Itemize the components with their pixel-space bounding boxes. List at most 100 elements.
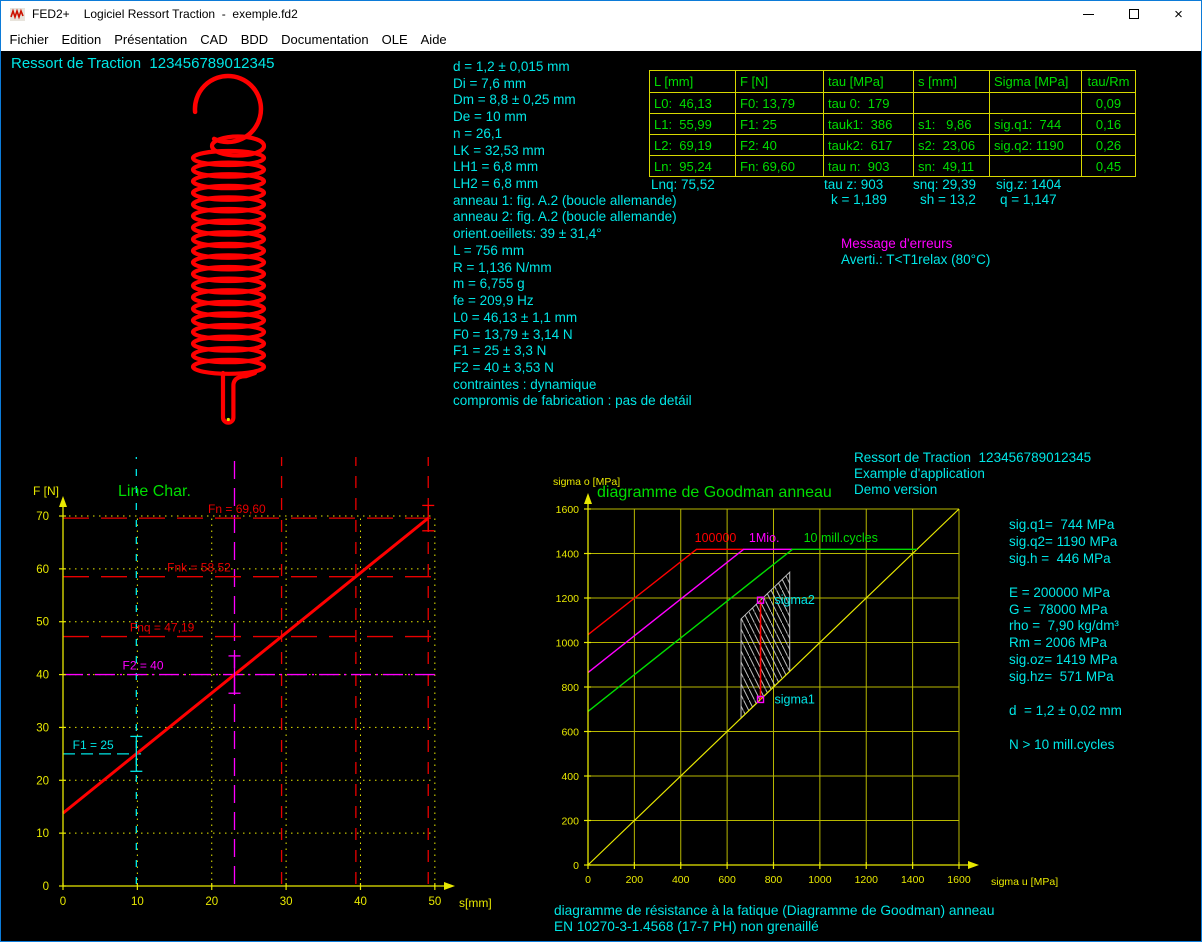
table-cell: Fn: 69,60 <box>736 156 824 177</box>
note-lnq: Lnq: 75,52 <box>651 177 715 192</box>
material-value-line-sig-oz-1419-mpa: sig.oz= 1419 MPa <box>1009 652 1122 669</box>
material-value-line-3 <box>1009 568 1122 585</box>
app-window: FED2+ Logiciel Ressort Traction - exempl… <box>0 0 1202 942</box>
table-cell: Ln: 95,24 <box>650 156 736 177</box>
titlebar: FED2+ Logiciel Ressort Traction - exempl… <box>1 1 1201 27</box>
menu-item-edition[interactable]: Edition <box>55 32 108 47</box>
results-table: L [mm]F [N]tau [MPa]s [mm]Sigma [MPa]tau… <box>649 70 1136 177</box>
material-value-line-sig-q2-1190-mpa: sig.q2= 1190 MPa <box>1009 534 1122 551</box>
curve-label-100000: 100000 <box>695 531 737 545</box>
svg-text:10: 10 <box>36 828 49 840</box>
column-header-sigma-mpa: Sigma [MPa] <box>990 71 1082 93</box>
column-header-tau-rm: tau/Rm <box>1082 71 1136 93</box>
drawing-canvas: Fn = 69,60Fnk = 58,52Fnq = 47,19F2 = 40F… <box>1 51 1201 941</box>
x-axis-arrow <box>968 861 979 869</box>
svg-text:1400: 1400 <box>901 874 925 886</box>
param-line-fe-209-9-hz: fe = 209,9 Hz <box>453 293 692 310</box>
svg-text:0: 0 <box>60 896 66 908</box>
param-line-anneau-1-fig-a-2-boucle-allemande: anneau 1: fig. A.2 (boucle allemande) <box>453 193 692 210</box>
svg-text:0: 0 <box>585 874 591 886</box>
material-value-line-d-1-2-0-02-mm: d = 1,2 ± 0,02 mm <box>1009 703 1122 720</box>
menu-item-presentation[interactable]: Présentation <box>108 32 194 47</box>
table-cell: F1: 25 <box>736 114 824 135</box>
note-snq: snq: 29,39 <box>913 177 976 192</box>
svg-text:1600: 1600 <box>947 874 971 886</box>
line-chart: Fn = 69,60Fnk = 58,52Fnq = 47,19F2 = 40F… <box>33 457 492 910</box>
y-axis-label: F [N] <box>33 484 59 498</box>
window-title: Logiciel Ressort Traction - exemple.fd2 <box>84 7 298 21</box>
column-header-s-mm: s [mm] <box>914 71 990 93</box>
param-line-compromis-de-fabrication-pas-de-detail: compromis de fabrication : pas de detáil <box>453 393 692 410</box>
table-cell: 0,16 <box>1082 114 1136 135</box>
svg-text:20: 20 <box>205 896 218 908</box>
param-line-r-1-136-n-mm: R = 1,136 N/mm <box>453 260 692 277</box>
table-row: L0: 46,13F0: 13,79tau 0: 1790,09 <box>650 93 1136 114</box>
table-cell: sn: 49,11 <box>914 156 990 177</box>
svg-text:40: 40 <box>354 896 367 908</box>
goodman-header: Ressort de Traction 123456789012345Examp… <box>854 450 1091 498</box>
close-button[interactable]: × <box>1156 1 1201 27</box>
material-value-line-sig-h-446-mpa: sig.h = 446 MPa <box>1009 551 1122 568</box>
column-header-f-n: F [N] <box>736 71 824 93</box>
material-value-line-12 <box>1009 720 1122 737</box>
material-value-line-sig-q1-744-mpa: sig.q1= 744 MPa <box>1009 517 1122 534</box>
menu-item-ole[interactable]: OLE <box>375 32 414 47</box>
footer-text: diagramme de résistance à la fatique (Di… <box>554 903 995 934</box>
x-axis-label: s[mm] <box>459 896 492 910</box>
curve-label-10-mill-cycles: 10 mill.cycles <box>804 531 878 545</box>
menubar: FichierEditionPrésentationCADBDDDocument… <box>1 27 1201 51</box>
note-q: q = 1,147 <box>1000 192 1057 207</box>
goodman-header-line-example-d-application: Example d'application <box>854 466 1091 482</box>
svg-text:400: 400 <box>672 874 690 886</box>
curve-label-1mio: 1Mio. <box>749 531 780 545</box>
table-cell <box>990 93 1082 114</box>
svg-text:1600: 1600 <box>556 504 580 516</box>
svg-text:400: 400 <box>561 771 579 783</box>
sigma1-label: sigma1 <box>775 692 815 706</box>
hline-label: Fnq = 47,19 <box>130 621 195 635</box>
menu-item-documentation[interactable]: Documentation <box>275 32 375 47</box>
svg-text:1400: 1400 <box>556 549 580 561</box>
svg-text:50: 50 <box>428 896 441 908</box>
svg-text:40: 40 <box>36 670 49 682</box>
svg-text:800: 800 <box>765 874 783 886</box>
table-cell <box>914 93 990 114</box>
svg-text:70: 70 <box>36 511 49 523</box>
error-messages-title: Message d'erreurs <box>841 236 952 251</box>
param-line-l0-46-13-1-1-mm: L0 = 46,13 ± 1,1 mm <box>453 310 692 327</box>
footer-line-en-10270-3-1-4568-17-7-ph-non-grenaille: EN 10270-3-1.4568 (17-7 PH) non grenaill… <box>554 919 995 935</box>
table-cell <box>990 156 1082 177</box>
table-cell: tauk2: 617 <box>824 135 914 156</box>
note-tau-z: tau z: 903 <box>824 177 883 192</box>
svg-text:800: 800 <box>561 682 579 694</box>
sigma2-label: sigma2 <box>775 593 815 607</box>
chart-title: Line Char. <box>118 483 191 500</box>
svg-text:30: 30 <box>280 896 293 908</box>
svg-text:1000: 1000 <box>556 638 580 650</box>
param-line-f2-40-3-53-n: F2 = 40 ± 3,53 N <box>453 360 692 377</box>
table-cell: 0,45 <box>1082 156 1136 177</box>
menu-item-fichier[interactable]: Fichier <box>3 32 55 47</box>
table-cell: s2: 23,06 <box>914 135 990 156</box>
menu-item-cad[interactable]: CAD <box>194 32 234 47</box>
material-value-line-sig-hz-571-mpa: sig.hz= 571 MPa <box>1009 669 1122 686</box>
goodman-header-line-demo-version: Demo version <box>854 482 1091 498</box>
param-line-f0-13-79-3-14-n: F0 = 13,79 ± 3,14 N <box>453 327 692 344</box>
table-cell: tau 0: 179 <box>824 93 914 114</box>
material-value-line-e-200000-mpa: E = 200000 MPa <box>1009 585 1122 602</box>
menu-item-aide[interactable]: Aide <box>414 32 453 47</box>
table-row: L2: 69,19F2: 40tauk2: 617s2: 23,06sig.q2… <box>650 135 1136 156</box>
close-icon: × <box>1174 7 1183 22</box>
menu-item-bdd[interactable]: BDD <box>234 32 274 47</box>
spring-drawing <box>193 76 264 423</box>
minimize-button[interactable] <box>1066 1 1111 27</box>
goodman-chart: sigma1sigma21000001Mio.10 mill.cycles020… <box>553 476 1058 888</box>
series-spring-load-line <box>63 518 428 813</box>
note-sig-z: sig.z: 1404 <box>996 177 1061 192</box>
svg-text:60: 60 <box>36 564 49 576</box>
maximize-button[interactable] <box>1111 1 1156 27</box>
param-line-m-6-755-g: m = 6,755 g <box>453 276 692 293</box>
svg-text:1000: 1000 <box>808 874 832 886</box>
table-cell: L0: 46,13 <box>650 93 736 114</box>
column-header-l-mm: L [mm] <box>650 71 736 93</box>
